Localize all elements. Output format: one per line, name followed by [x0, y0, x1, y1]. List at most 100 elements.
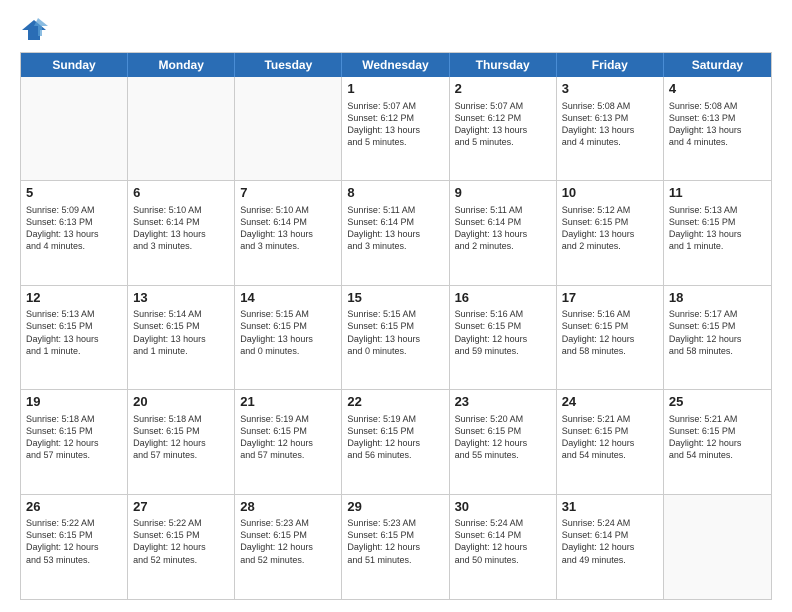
day-number: 25: [669, 393, 766, 411]
logo-icon: [20, 16, 48, 44]
calendar-day-7: 7 Sunrise: 5:10 AM Sunset: 6:14 PM Daylig…: [235, 181, 342, 284]
day-info: Sunrise: 5:22 AM Sunset: 6:15 PM Dayligh…: [26, 517, 122, 566]
day-number: 15: [347, 289, 443, 307]
calendar-day-9: 9Sunrise: 5:11 AM Sunset: 6:14 PM Daylig…: [450, 181, 557, 284]
day-info: Sunrise: 5:22 AM Sunset: 6:15 PM Dayligh…: [133, 517, 229, 566]
calendar-day-25: 25 Sunrise: 5:21 AM Sunset: 6:15 PM Dayli…: [664, 390, 771, 493]
logo: [20, 16, 52, 44]
calendar-day-18: 18Sunrise: 5:17 AM Sunset: 6:15 PM Dayli…: [664, 286, 771, 389]
day-info: Sunrise: 5:18 AM Sunset: 6:15 PM Dayligh…: [133, 413, 229, 462]
weekday-header-tuesday: Tuesday: [235, 53, 342, 77]
day-number: 9: [455, 184, 551, 202]
calendar-week-1: 5 Sunrise: 5:09 AM Sunset: 6:13 PM Daylig…: [21, 181, 771, 285]
day-info: Sunrise: 5:19 AM Sunset: 6:15 PM Dayligh…: [240, 413, 336, 462]
weekday-header-saturday: Saturday: [664, 53, 771, 77]
day-info: Sunrise: 5:15 AM Sunset: 6:15 PM Dayligh…: [240, 308, 336, 357]
day-number: 7: [240, 184, 336, 202]
calendar-day-5: 5 Sunrise: 5:09 AM Sunset: 6:13 PM Daylig…: [21, 181, 128, 284]
calendar: SundayMondayTuesdayWednesdayThursdayFrid…: [20, 52, 772, 600]
day-number: 27: [133, 498, 229, 516]
day-number: 28: [240, 498, 336, 516]
page: SundayMondayTuesdayWednesdayThursdayFrid…: [0, 0, 792, 612]
weekday-header-thursday: Thursday: [450, 53, 557, 77]
calendar-day-12: 12Sunrise: 5:13 AM Sunset: 6:15 PM Dayli…: [21, 286, 128, 389]
day-number: 21: [240, 393, 336, 411]
day-number: 26: [26, 498, 122, 516]
day-number: 8: [347, 184, 443, 202]
day-number: 30: [455, 498, 551, 516]
day-info: Sunrise: 5:13 AM Sunset: 6:15 PM Dayligh…: [26, 308, 122, 357]
day-info: Sunrise: 5:21 AM Sunset: 6:15 PM Dayligh…: [562, 413, 658, 462]
calendar-week-0: 1 Sunrise: 5:07 AM Sunset: 6:12 PM Daylig…: [21, 77, 771, 181]
day-number: 24: [562, 393, 658, 411]
calendar-day-10: 10Sunrise: 5:12 AM Sunset: 6:15 PM Dayli…: [557, 181, 664, 284]
day-info: Sunrise: 5:09 AM Sunset: 6:13 PM Dayligh…: [26, 204, 122, 253]
day-info: Sunrise: 5:23 AM Sunset: 6:15 PM Dayligh…: [347, 517, 443, 566]
calendar-day-1: 1 Sunrise: 5:07 AM Sunset: 6:12 PM Daylig…: [342, 77, 449, 180]
weekday-header-sunday: Sunday: [21, 53, 128, 77]
day-info: Sunrise: 5:24 AM Sunset: 6:14 PM Dayligh…: [455, 517, 551, 566]
calendar-week-2: 12Sunrise: 5:13 AM Sunset: 6:15 PM Dayli…: [21, 286, 771, 390]
calendar-day-3: 3 Sunrise: 5:08 AM Sunset: 6:13 PM Daylig…: [557, 77, 664, 180]
day-info: Sunrise: 5:24 AM Sunset: 6:14 PM Dayligh…: [562, 517, 658, 566]
calendar-day-22: 22 Sunrise: 5:19 AM Sunset: 6:15 PM Dayli…: [342, 390, 449, 493]
calendar-day-4: 4Sunrise: 5:08 AM Sunset: 6:13 PM Daylig…: [664, 77, 771, 180]
calendar-week-3: 19 Sunrise: 5:18 AM Sunset: 6:15 PM Dayli…: [21, 390, 771, 494]
day-number: 1: [347, 80, 443, 98]
day-number: 17: [562, 289, 658, 307]
day-info: Sunrise: 5:13 AM Sunset: 6:15 PM Dayligh…: [669, 204, 766, 253]
calendar-day-24: 24 Sunrise: 5:21 AM Sunset: 6:15 PM Dayli…: [557, 390, 664, 493]
calendar-day-17: 17Sunrise: 5:16 AM Sunset: 6:15 PM Dayli…: [557, 286, 664, 389]
day-number: 11: [669, 184, 766, 202]
day-number: 5: [26, 184, 122, 202]
day-info: Sunrise: 5:16 AM Sunset: 6:15 PM Dayligh…: [455, 308, 551, 357]
day-info: Sunrise: 5:21 AM Sunset: 6:15 PM Dayligh…: [669, 413, 766, 462]
day-info: Sunrise: 5:07 AM Sunset: 6:12 PM Dayligh…: [347, 100, 443, 149]
day-info: Sunrise: 5:19 AM Sunset: 6:15 PM Dayligh…: [347, 413, 443, 462]
day-info: Sunrise: 5:11 AM Sunset: 6:14 PM Dayligh…: [347, 204, 443, 253]
calendar-day-16: 16Sunrise: 5:16 AM Sunset: 6:15 PM Dayli…: [450, 286, 557, 389]
calendar-day-8: 8 Sunrise: 5:11 AM Sunset: 6:14 PM Daylig…: [342, 181, 449, 284]
calendar-day-empty: [128, 77, 235, 180]
calendar-day-28: 28Sunrise: 5:23 AM Sunset: 6:15 PM Dayli…: [235, 495, 342, 599]
calendar-day-19: 19Sunrise: 5:18 AM Sunset: 6:15 PM Dayli…: [21, 390, 128, 493]
day-number: 29: [347, 498, 443, 516]
weekday-header-monday: Monday: [128, 53, 235, 77]
day-info: Sunrise: 5:07 AM Sunset: 6:12 PM Dayligh…: [455, 100, 551, 149]
calendar-day-11: 11 Sunrise: 5:13 AM Sunset: 6:15 PM Dayli…: [664, 181, 771, 284]
calendar-day-6: 6Sunrise: 5:10 AM Sunset: 6:14 PM Daylig…: [128, 181, 235, 284]
day-info: Sunrise: 5:10 AM Sunset: 6:14 PM Dayligh…: [133, 204, 229, 253]
day-number: 22: [347, 393, 443, 411]
weekday-header-wednesday: Wednesday: [342, 53, 449, 77]
day-info: Sunrise: 5:10 AM Sunset: 6:14 PM Dayligh…: [240, 204, 336, 253]
day-number: 19: [26, 393, 122, 411]
calendar-day-15: 15Sunrise: 5:15 AM Sunset: 6:15 PM Dayli…: [342, 286, 449, 389]
day-number: 4: [669, 80, 766, 98]
day-number: 16: [455, 289, 551, 307]
day-info: Sunrise: 5:20 AM Sunset: 6:15 PM Dayligh…: [455, 413, 551, 462]
calendar-week-4: 26Sunrise: 5:22 AM Sunset: 6:15 PM Dayli…: [21, 495, 771, 599]
day-number: 12: [26, 289, 122, 307]
calendar-header-row: SundayMondayTuesdayWednesdayThursdayFrid…: [21, 53, 771, 77]
day-info: Sunrise: 5:17 AM Sunset: 6:15 PM Dayligh…: [669, 308, 766, 357]
day-number: 3: [562, 80, 658, 98]
calendar-day-20: 20 Sunrise: 5:18 AM Sunset: 6:15 PM Dayli…: [128, 390, 235, 493]
calendar-day-23: 23 Sunrise: 5:20 AM Sunset: 6:15 PM Dayli…: [450, 390, 557, 493]
calendar-day-empty: [235, 77, 342, 180]
day-info: Sunrise: 5:08 AM Sunset: 6:13 PM Dayligh…: [562, 100, 658, 149]
day-number: 2: [455, 80, 551, 98]
calendar-day-27: 27Sunrise: 5:22 AM Sunset: 6:15 PM Dayli…: [128, 495, 235, 599]
day-number: 20: [133, 393, 229, 411]
day-number: 13: [133, 289, 229, 307]
calendar-day-empty: [21, 77, 128, 180]
day-info: Sunrise: 5:23 AM Sunset: 6:15 PM Dayligh…: [240, 517, 336, 566]
calendar-day-empty: [664, 495, 771, 599]
day-number: 14: [240, 289, 336, 307]
calendar-day-14: 14Sunrise: 5:15 AM Sunset: 6:15 PM Dayli…: [235, 286, 342, 389]
calendar-day-31: 31Sunrise: 5:24 AM Sunset: 6:14 PM Dayli…: [557, 495, 664, 599]
day-info: Sunrise: 5:14 AM Sunset: 6:15 PM Dayligh…: [133, 308, 229, 357]
day-number: 23: [455, 393, 551, 411]
calendar-day-30: 30Sunrise: 5:24 AM Sunset: 6:14 PM Dayli…: [450, 495, 557, 599]
calendar-day-29: 29Sunrise: 5:23 AM Sunset: 6:15 PM Dayli…: [342, 495, 449, 599]
calendar-body: 1 Sunrise: 5:07 AM Sunset: 6:12 PM Daylig…: [21, 77, 771, 599]
